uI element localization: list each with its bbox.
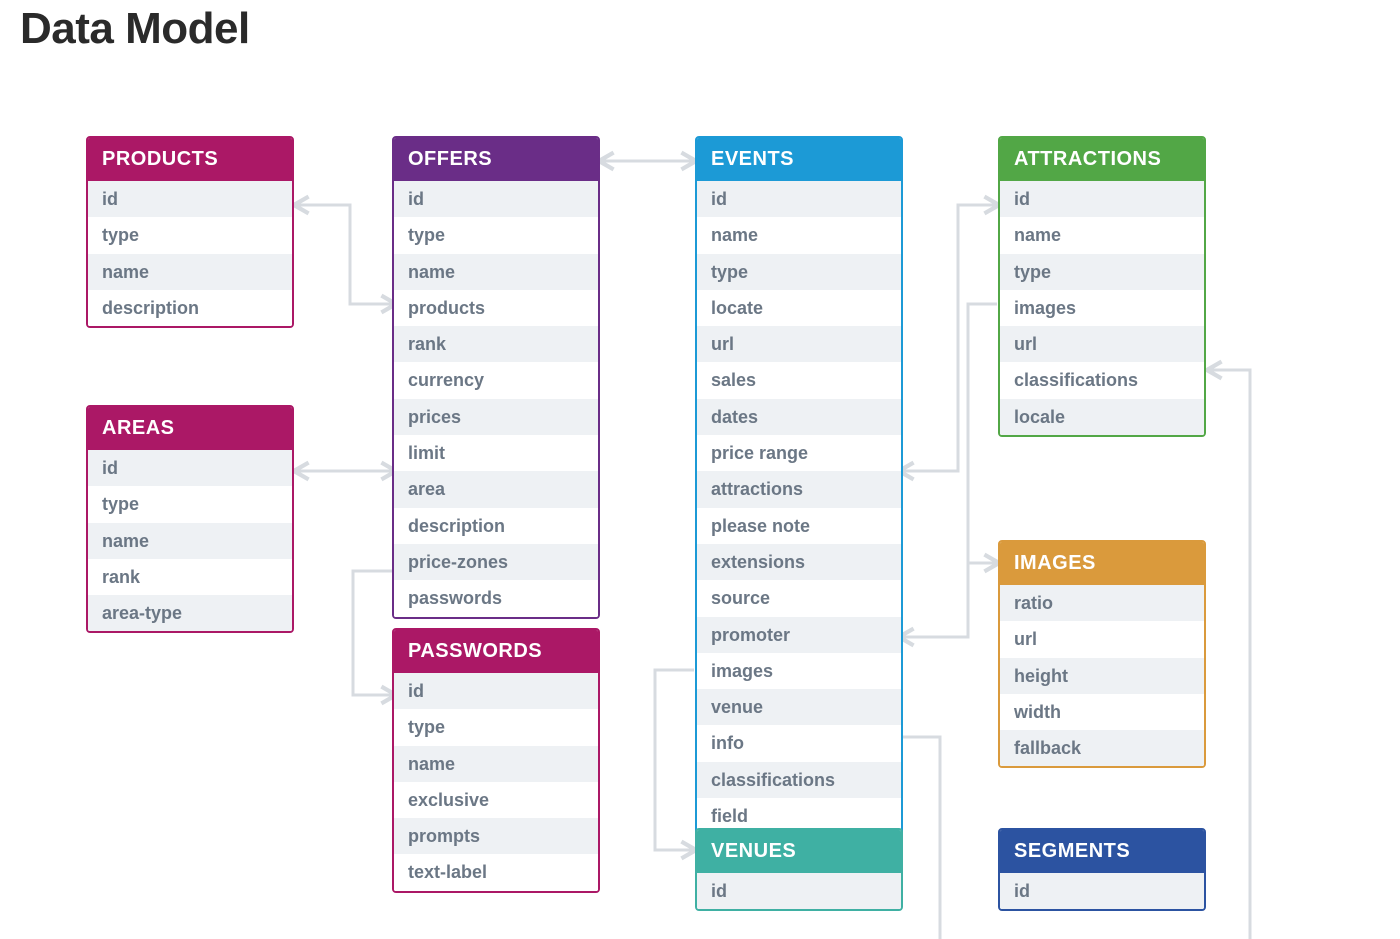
entity-passwords: PASSWORDS id type name exclusive prompts… xyxy=(392,628,600,893)
field: attractions xyxy=(697,471,901,507)
field: id xyxy=(697,873,901,909)
field: description xyxy=(394,508,598,544)
page-title: Data Model xyxy=(20,4,250,54)
field: info xyxy=(697,725,901,761)
field: type xyxy=(1000,254,1204,290)
conn-events-segments-a xyxy=(901,737,940,939)
entity-images-body: ratio url height width fallback xyxy=(1000,585,1204,766)
entity-areas: AREAS id type name rank area-type xyxy=(86,405,294,633)
field: url xyxy=(1000,621,1204,657)
field: dates xyxy=(697,399,901,435)
field: venue xyxy=(697,689,901,725)
entity-products: PRODUCTS id type name description xyxy=(86,136,294,328)
field: url xyxy=(1000,326,1204,362)
entity-images: IMAGES ratio url height width fallback xyxy=(998,540,1206,768)
entity-events-body: id name type locate url sales dates pric… xyxy=(697,181,901,834)
field: sales xyxy=(697,362,901,398)
field: passwords xyxy=(394,580,598,616)
entity-events: EVENTS id name type locate url sales dat… xyxy=(695,136,903,836)
field: ratio xyxy=(1000,585,1204,621)
field: name xyxy=(1000,217,1204,253)
field: type xyxy=(697,254,901,290)
field: id xyxy=(1000,181,1204,217)
field: limit xyxy=(394,435,598,471)
conn-offers-products xyxy=(296,205,394,304)
field: id xyxy=(394,181,598,217)
field: type xyxy=(88,486,292,522)
field: id xyxy=(88,450,292,486)
entity-segments-header: SEGMENTS xyxy=(1000,830,1204,873)
field: images xyxy=(697,653,901,689)
field: please note xyxy=(697,508,901,544)
conn-attractions-images xyxy=(968,304,997,563)
field: price-zones xyxy=(394,544,598,580)
field: id xyxy=(394,673,598,709)
field: name xyxy=(697,217,901,253)
entity-attractions: ATTRACTIONS id name type images url clas… xyxy=(998,136,1206,437)
field: products xyxy=(394,290,598,326)
field: url xyxy=(697,326,901,362)
field: fallback xyxy=(1000,730,1204,766)
conn-events-images xyxy=(901,563,997,637)
entity-images-header: IMAGES xyxy=(1000,542,1204,585)
field: width xyxy=(1000,694,1204,730)
entity-events-header: EVENTS xyxy=(697,138,901,181)
entity-attractions-body: id name type images url classifications … xyxy=(1000,181,1204,435)
conn-events-attractions xyxy=(901,205,997,471)
field: name xyxy=(394,254,598,290)
entity-venues-header: VENUES xyxy=(697,830,901,873)
entity-areas-header: AREAS xyxy=(88,407,292,450)
entity-areas-body: id type name rank area-type xyxy=(88,450,292,631)
field: rank xyxy=(394,326,598,362)
field: classifications xyxy=(697,762,901,798)
entity-venues-body: id xyxy=(697,873,901,909)
conn-offers-passwords xyxy=(353,571,394,695)
field: exclusive xyxy=(394,782,598,818)
field: prompts xyxy=(394,818,598,854)
entity-segments-body: id xyxy=(1000,873,1204,909)
entity-offers: OFFERS id type name products rank curren… xyxy=(392,136,600,619)
field: name xyxy=(394,746,598,782)
field: type xyxy=(88,217,292,253)
data-model-diagram: Data Model xyxy=(0,0,1400,939)
field: area xyxy=(394,471,598,507)
field: id xyxy=(88,181,292,217)
entity-passwords-body: id type name exclusive prompts text-labe… xyxy=(394,673,598,891)
field: source xyxy=(697,580,901,616)
conn-attractions-segments xyxy=(1209,370,1250,939)
field: promoter xyxy=(697,617,901,653)
entity-segments: SEGMENTS id xyxy=(998,828,1206,911)
entity-attractions-header: ATTRACTIONS xyxy=(1000,138,1204,181)
field: locate xyxy=(697,290,901,326)
field: classifications xyxy=(1000,362,1204,398)
field: images xyxy=(1000,290,1204,326)
field: description xyxy=(88,290,292,326)
field: id xyxy=(1000,873,1204,909)
entity-venues: VENUES id xyxy=(695,828,903,911)
conn-events-venues xyxy=(655,670,694,850)
field: height xyxy=(1000,658,1204,694)
entity-products-header: PRODUCTS xyxy=(88,138,292,181)
field: rank xyxy=(88,559,292,595)
field: text-label xyxy=(394,854,598,890)
entity-passwords-header: PASSWORDS xyxy=(394,630,598,673)
field: extensions xyxy=(697,544,901,580)
field: type xyxy=(394,217,598,253)
field: type xyxy=(394,709,598,745)
field: currency xyxy=(394,362,598,398)
field: id xyxy=(697,181,901,217)
entity-offers-header: OFFERS xyxy=(394,138,598,181)
field: price range xyxy=(697,435,901,471)
entity-products-body: id type name description xyxy=(88,181,292,326)
field: area-type xyxy=(88,595,292,631)
field: prices xyxy=(394,399,598,435)
field: name xyxy=(88,523,292,559)
field: locale xyxy=(1000,399,1204,435)
entity-offers-body: id type name products rank currency pric… xyxy=(394,181,598,617)
field: name xyxy=(88,254,292,290)
